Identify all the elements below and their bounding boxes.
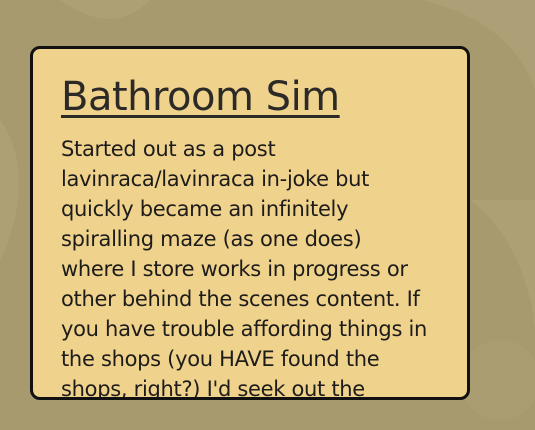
card-description-line: you have trouble affording things in xyxy=(61,317,428,341)
card-description-line: quickly became an infinitely xyxy=(61,197,349,221)
card-description-line: shops, right?) I'd seek out the xyxy=(61,377,365,400)
card-description: Started out as a post lavinraca/lavinrac… xyxy=(61,134,453,400)
card-description-line: the shops (you HAVE found the xyxy=(61,347,380,371)
card-title-link[interactable]: Bathroom Sim xyxy=(61,71,340,123)
card-description-line: other behind the scenes content. If xyxy=(61,287,420,311)
card-description-line: spiralling maze (as one does) xyxy=(61,227,362,251)
content-card: Bathroom Sim Started out as a post lavin… xyxy=(30,46,470,400)
card-description-line: lavinraca/lavinraca in-joke but xyxy=(61,167,370,191)
card-description-line: Started out as a post xyxy=(61,137,276,161)
card-description-line: where I store works in progress or xyxy=(61,257,408,281)
